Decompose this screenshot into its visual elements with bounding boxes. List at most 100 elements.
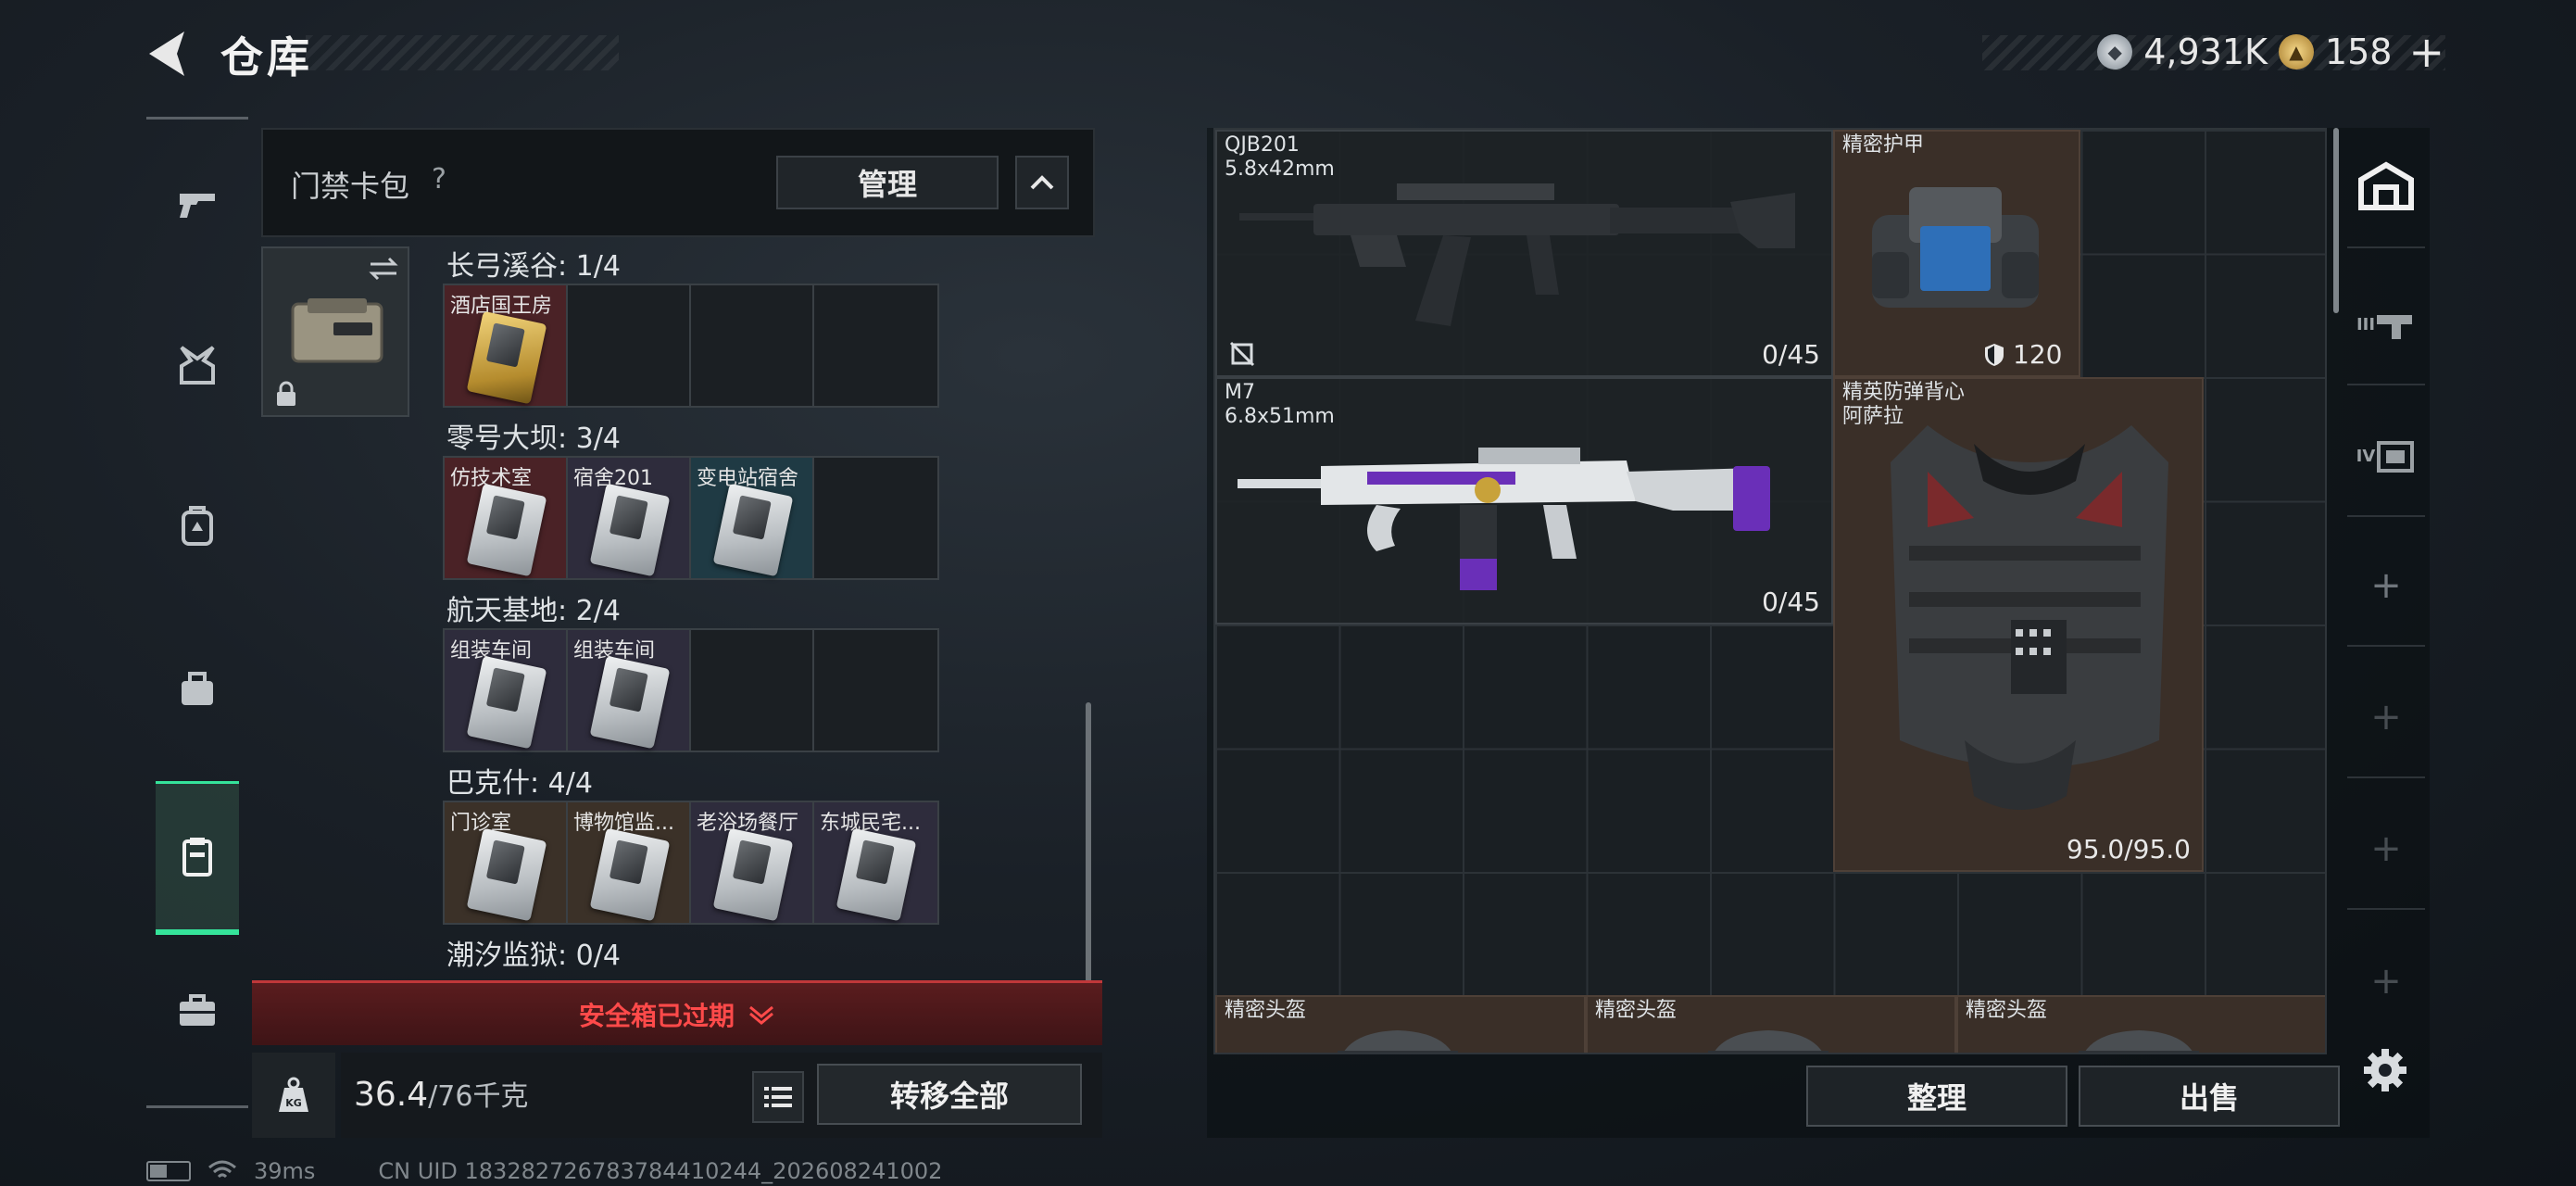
nav-chest-rig[interactable] — [156, 323, 239, 407]
sell-button[interactable]: 出售 — [2079, 1066, 2340, 1127]
silver-coin-icon: ◆ — [2097, 34, 2133, 69]
weight-current: 36.4 — [354, 1076, 429, 1114]
collapse-button[interactable] — [1015, 156, 1069, 209]
item-name: 精密头盔 — [1966, 999, 2048, 1022]
ping-value: 39ms — [254, 1158, 316, 1184]
keycard-slot[interactable]: 仿技术室 — [445, 458, 568, 578]
help-icon[interactable]: ? — [432, 163, 446, 196]
rifle-image — [1239, 183, 1795, 326]
weight-display: 36.4/76千克 — [354, 1073, 528, 1114]
stash-tab-add[interactable]: + — [2347, 526, 2425, 647]
ammo-count: 0/45 — [1762, 587, 1820, 617]
pistol-icon — [180, 194, 215, 218]
chest-rig-icon — [180, 346, 215, 385]
stash-item-armor[interactable]: 精密护甲 120 — [1833, 130, 2080, 377]
keycard-slot[interactable]: 组装车间 — [568, 630, 691, 751]
stash-tab-4[interactable]: IV — [2347, 397, 2425, 517]
nav-backpack[interactable] — [156, 485, 239, 568]
keycard-pack-header: 门禁卡包 ? 管理 — [261, 128, 1095, 237]
stash-item-helmet[interactable]: 精密头盔 — [1586, 995, 1956, 1053]
nav-briefcase[interactable] — [156, 968, 239, 1052]
nav-bag[interactable] — [156, 646, 239, 729]
region-title: 零号大坝: 3/4 — [446, 423, 621, 455]
armor-value: 120 — [2013, 339, 2063, 370]
stash-item-qjb201[interactable]: QJB201 5.8x42mm 0/45 — [1215, 130, 1833, 377]
gun-tab-icon — [2377, 315, 2413, 339]
stash-item-vest[interactable]: 精英防弹背心 阿萨拉 95.0/95.0 — [1833, 377, 2204, 872]
stash-scrollbar[interactable] — [2333, 128, 2339, 313]
transfer-all-button[interactable]: 转移全部 — [817, 1064, 1082, 1125]
keycard-slot[interactable]: 东城民宅... — [814, 802, 937, 923]
keycard-pack-title: 门禁卡包 — [291, 169, 410, 204]
manage-button[interactable]: 管理 — [776, 156, 999, 209]
keycard-slot-empty[interactable] — [814, 458, 937, 578]
keycard-slot-row: 酒店国王房 — [443, 284, 939, 408]
keycard-slot[interactable]: 博物馆监... — [568, 802, 691, 923]
stash-item-helmet[interactable]: 精密头盔 — [1956, 995, 2325, 1053]
keycard-slot-empty[interactable] — [568, 285, 691, 406]
keycard-label: 东城民宅... — [820, 812, 921, 835]
keycard-slot[interactable]: 老浴场餐厅 — [691, 802, 814, 923]
region-title: 长弓溪谷: 1/4 — [446, 250, 621, 283]
back-arrow-icon[interactable] — [144, 26, 190, 82]
keycard-image — [466, 827, 547, 922]
region-title: 航天基地: 2/4 — [446, 595, 621, 627]
keycard-case-icon — [182, 837, 212, 877]
tab-number: III — [2356, 314, 2376, 334]
ammo-count: 0/45 — [1762, 339, 1820, 370]
keycard-slot[interactable]: 门诊室 — [445, 802, 568, 923]
chevron-down-icon — [749, 1005, 773, 1025]
keycard-pack-thumbnail[interactable] — [261, 246, 409, 417]
item-name: 精密护甲 — [1842, 133, 1925, 157]
keycard-slot-row: 仿技术室 宿舍201 变电站宿舍 — [443, 456, 939, 580]
keycard-image — [836, 827, 917, 922]
armor-image — [1872, 187, 2039, 308]
left-nav — [146, 117, 248, 1108]
keycard-image — [589, 827, 671, 922]
keycard-slot-row: 门诊室 博物馆监... 老浴场餐厅 东城民宅... — [443, 801, 939, 925]
vest-image — [1891, 425, 2168, 810]
stash-tab-add[interactable]: + — [2347, 658, 2425, 778]
keycard-slot[interactable]: 组装车间 — [445, 630, 568, 751]
nav-weapons[interactable] — [156, 162, 239, 246]
add-currency-button[interactable]: + — [2408, 27, 2444, 77]
keycard-slot-empty[interactable] — [814, 630, 937, 751]
keycard-image — [466, 310, 547, 405]
keycard-label: 组装车间 — [573, 639, 656, 662]
stash-tab-add[interactable]: + — [2347, 921, 2425, 1041]
bag-icon — [182, 672, 213, 705]
keycard-slot[interactable]: 酒店国王房 — [445, 285, 568, 406]
gear-tab-icon — [2377, 441, 2415, 473]
stash-tab-add[interactable]: + — [2347, 789, 2425, 910]
backpack-icon — [182, 506, 213, 546]
tidy-button[interactable]: 整理 — [1806, 1066, 2067, 1127]
lock-icon — [277, 381, 295, 406]
keycard-slot[interactable]: 宿舍201 — [568, 458, 691, 578]
keycard-slot-empty[interactable] — [691, 285, 814, 406]
keycard-slot-empty[interactable] — [691, 630, 814, 751]
list-view-button[interactable] — [752, 1071, 804, 1123]
keycard-slot[interactable]: 变电站宿舍 — [691, 458, 814, 578]
settings-gear-icon[interactable] — [2362, 1047, 2408, 1093]
keycard-slot-empty[interactable] — [814, 285, 937, 406]
tab-number: IV — [2356, 446, 2376, 466]
stash-tab-3[interactable]: III — [2347, 265, 2425, 385]
keycard-label: 仿技术室 — [450, 467, 533, 490]
keycard-holder-icon — [291, 298, 383, 363]
keycard-panel: 门禁卡包 ? 管理 长弓溪谷: 1/4 酒店国王房 零号大坝: 3/4 仿技术室… — [252, 128, 1102, 1138]
swap-icon[interactable] — [367, 256, 400, 282]
svg-text:KG: KG — [285, 1097, 302, 1109]
stash-item-helmet[interactable]: 精密头盔 — [1215, 995, 1586, 1053]
stash-item-m7[interactable]: M7 6.8x51mm 0/45 — [1215, 377, 1833, 625]
capacity-bar: KG 36.4/76千克 转移全部 — [252, 1053, 1102, 1138]
stash-tab-main[interactable] — [2347, 128, 2425, 248]
briefcase-icon — [180, 994, 215, 1026]
no-ammo-icon — [1229, 341, 1255, 367]
battery-icon — [146, 1161, 191, 1181]
expired-text: 安全箱已过期 — [578, 1000, 735, 1031]
nav-keycard-case[interactable] — [156, 781, 239, 935]
weight-max: /76千克 — [428, 1080, 529, 1113]
list-icon — [764, 1087, 792, 1107]
safe-box-expired-banner[interactable]: 安全箱已过期 — [252, 980, 1102, 1045]
chevron-up-icon — [1030, 175, 1054, 190]
